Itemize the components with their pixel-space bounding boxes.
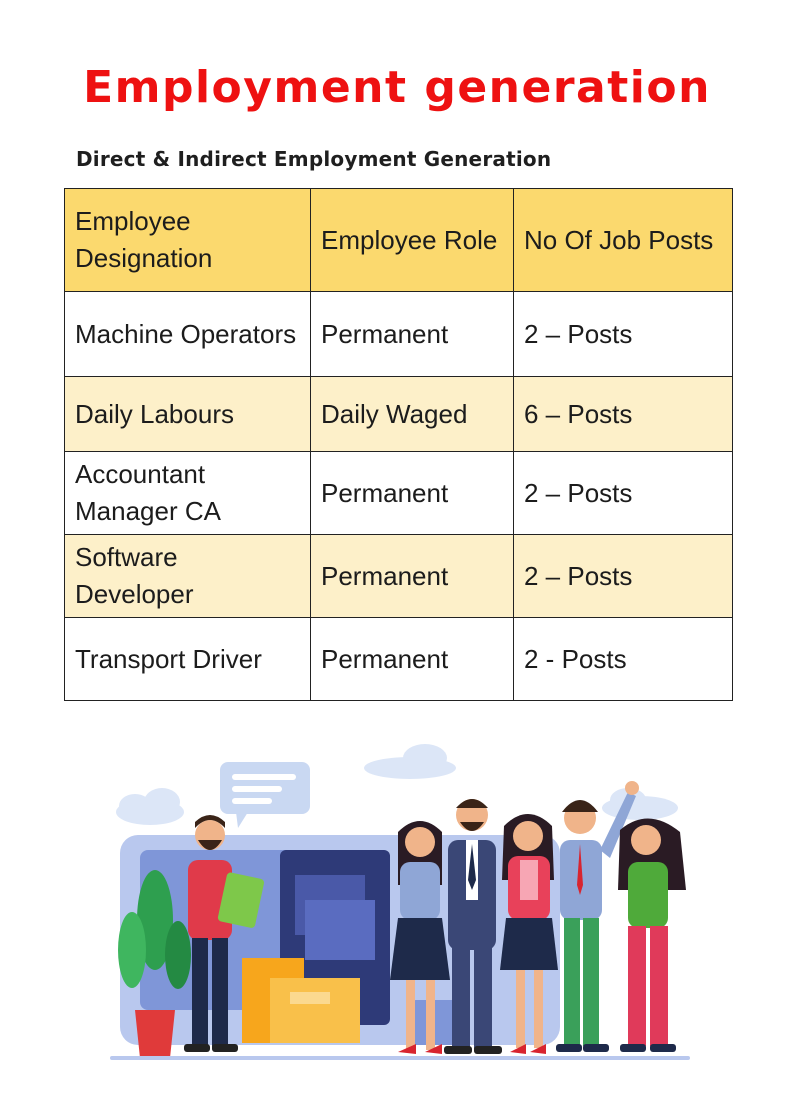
header-designation: Employee Designation bbox=[64, 188, 311, 292]
cell-designation: Software Developer bbox=[64, 534, 311, 618]
cell-designation: Machine Operators bbox=[64, 291, 311, 377]
person-woman-green bbox=[618, 818, 686, 1052]
cell-job-posts: 2 – Posts bbox=[513, 291, 733, 377]
chat-bubble-icon bbox=[220, 762, 310, 828]
cell-job-posts: 2 - Posts bbox=[513, 617, 733, 701]
cell-role: Permanent bbox=[310, 617, 514, 701]
cell-designation: Transport Driver bbox=[64, 617, 311, 701]
cell-job-posts: 2 – Posts bbox=[513, 534, 733, 618]
page-title: Employment generation bbox=[83, 62, 711, 113]
header-role: Employee Role bbox=[310, 188, 514, 292]
cell-role: Permanent bbox=[310, 451, 514, 535]
cell-designation: Daily Labours bbox=[64, 376, 311, 452]
table-row: Accountant Manager CA Permanent 2 – Post… bbox=[64, 451, 733, 535]
table-caption: Direct & Indirect Employment Generation bbox=[76, 147, 552, 171]
table-row: Machine Operators Permanent 2 – Posts bbox=[64, 291, 733, 377]
table-row: Daily Labours Daily Waged 6 – Posts bbox=[64, 376, 733, 452]
cell-role: Permanent bbox=[310, 291, 514, 377]
person-man-waving bbox=[556, 781, 639, 1052]
table-row: Transport Driver Permanent 2 - Posts bbox=[64, 617, 733, 701]
cell-designation: Accountant Manager CA bbox=[64, 451, 311, 535]
table-header-row: Employee Designation Employee Role No Of… bbox=[64, 188, 733, 292]
employment-table: Employee Designation Employee Role No Of… bbox=[64, 188, 733, 701]
cell-job-posts: 2 – Posts bbox=[513, 451, 733, 535]
cell-job-posts: 6 – Posts bbox=[513, 376, 733, 452]
cell-role: Daily Waged bbox=[310, 376, 514, 452]
header-job-posts: No Of Job Posts bbox=[513, 188, 733, 292]
cell-role: Permanent bbox=[310, 534, 514, 618]
team-illustration bbox=[110, 744, 690, 1060]
table-row: Software Developer Permanent 2 – Posts bbox=[64, 534, 733, 618]
